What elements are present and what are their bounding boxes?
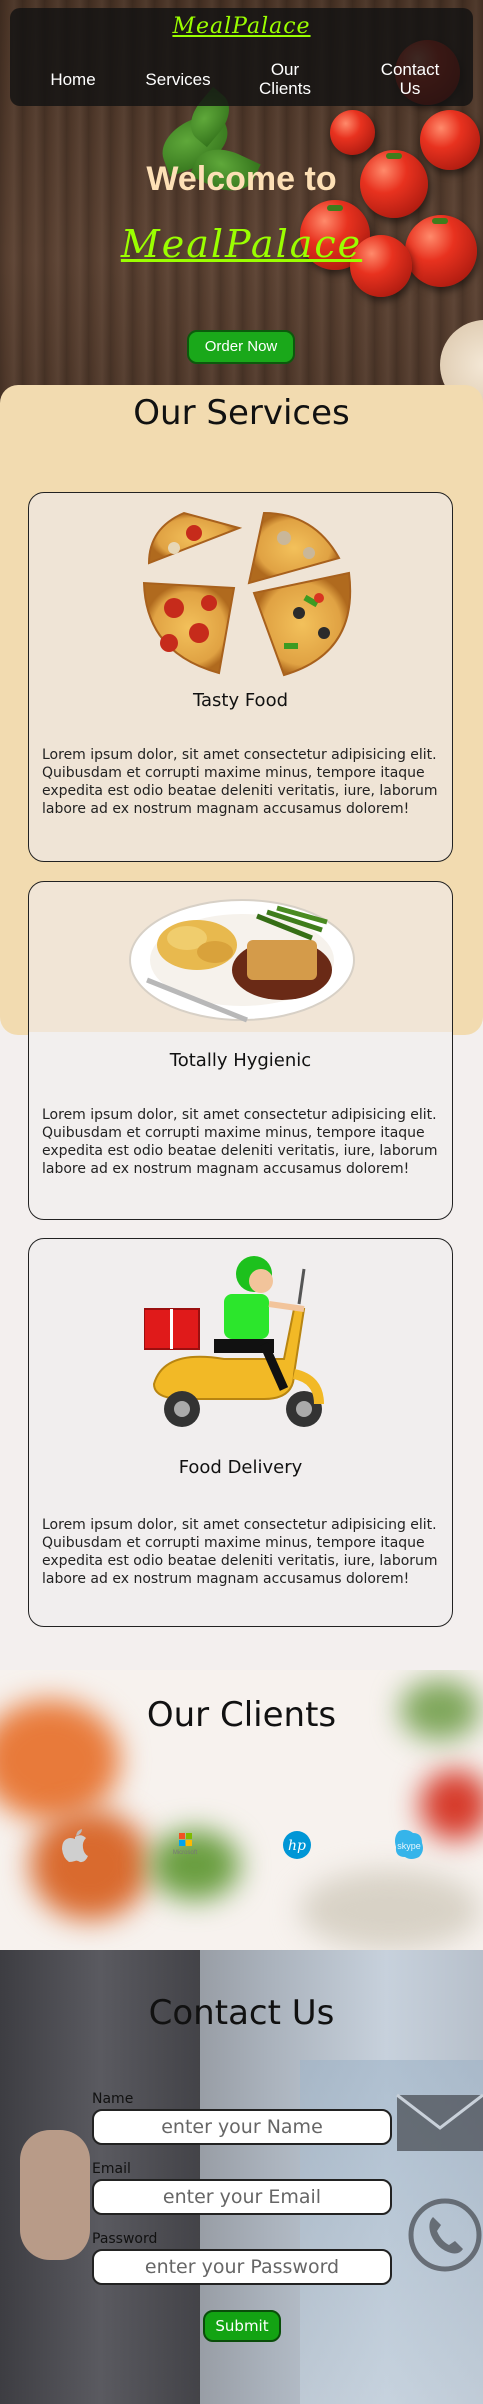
food-plate-image	[129, 899, 355, 1023]
service-card-title: Tasty Food	[192, 690, 289, 711]
service-card-title: Totally Hygienic	[169, 1050, 312, 1071]
contact-title: Contact Us	[148, 1993, 335, 2033]
envelope-icon	[396, 2093, 483, 2151]
service-card-food-delivery: Food Delivery Lorem ipsum dolor, sit ame…	[28, 1238, 453, 1627]
tomato-stem	[327, 205, 343, 211]
service-card-title: Food Delivery	[178, 1457, 303, 1478]
hero-welcome-text: Welcome to	[146, 160, 337, 198]
nav-home[interactable]: Home	[23, 70, 123, 89]
delivery-scooter-image	[144, 1256, 324, 1427]
services-title: Our Services	[133, 393, 350, 433]
name-label: Name	[92, 2091, 134, 2107]
nav-services[interactable]: Services	[128, 70, 228, 89]
background-hand-image	[20, 2130, 90, 2260]
service-card-totally-hygienic: Totally Hygienic Lorem ipsum dolor, sit …	[28, 881, 453, 1220]
nav-contact-us[interactable]: Contact Us	[370, 60, 450, 98]
service-card-text: Lorem ipsum dolor, sit amet consectetur …	[42, 747, 438, 817]
background-blur	[420, 1770, 483, 1840]
submit-button[interactable]: Submit	[203, 2310, 281, 2342]
skype-logo-icon: skype	[395, 1829, 423, 1859]
email-label: Email	[92, 2161, 131, 2177]
hp-logo-text: hp	[288, 1838, 306, 1854]
brand-logo[interactable]: MealPalace	[10, 14, 473, 39]
order-now-button[interactable]: Order Now	[187, 330, 295, 364]
service-card-text: Lorem ipsum dolor, sit amet consectetur …	[42, 1107, 438, 1177]
service-card-tasty-food: Tasty Food Lorem ipsum dolor, sit amet c…	[28, 492, 453, 862]
background-blur	[300, 1870, 480, 1950]
pizza-image	[142, 511, 352, 677]
apple-logo-icon	[62, 1829, 88, 1863]
tomato-image	[330, 110, 375, 155]
service-card-text: Lorem ipsum dolor, sit amet consectetur …	[42, 1517, 438, 1587]
microsoft-logo-text: Microsoft	[173, 1850, 198, 1856]
microsoft-logo-icon: Microsoft	[173, 1833, 198, 1856]
password-label: Password	[92, 2231, 158, 2247]
navbar: MealPalace Home Services Our Clients Con…	[10, 8, 473, 106]
phone-icon	[408, 2198, 482, 2272]
password-input[interactable]	[92, 2249, 392, 2285]
hp-logo-icon: hp	[283, 1831, 311, 1859]
name-input[interactable]	[92, 2109, 392, 2145]
hero-brand-logo: MealPalace	[120, 222, 363, 266]
email-input[interactable]	[92, 2179, 392, 2215]
skype-logo-text: skype	[397, 1841, 421, 1851]
tomato-stem	[386, 153, 402, 159]
nav-our-clients[interactable]: Our Clients	[245, 60, 325, 98]
clients-title: Our Clients	[146, 1695, 337, 1735]
